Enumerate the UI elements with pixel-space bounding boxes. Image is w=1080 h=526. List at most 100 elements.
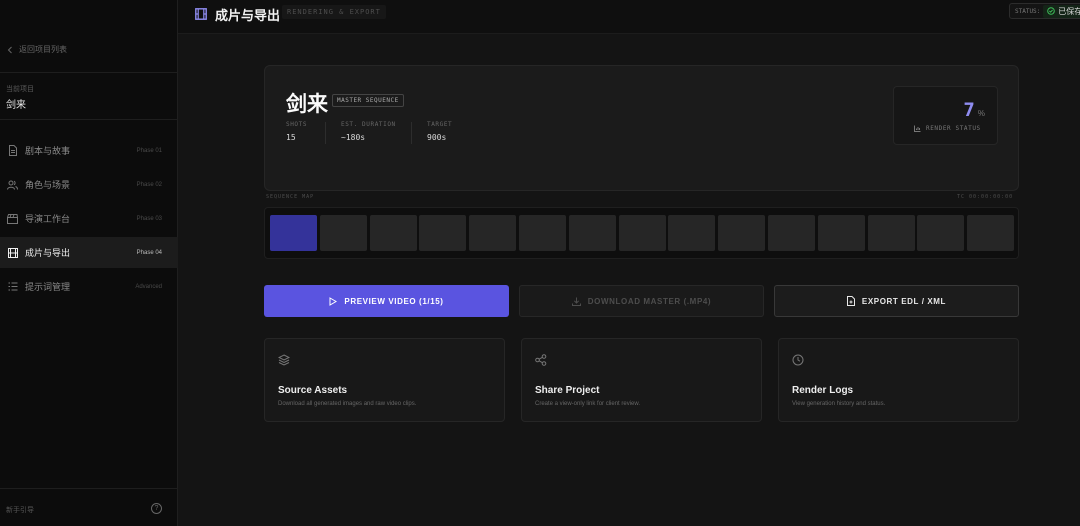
back-label: 返回项目列表 — [19, 45, 67, 54]
render-progress: 7 % — [963, 99, 985, 121]
save-status: STATUS: 已保存 — [1009, 3, 1080, 19]
render-progress-unit: % — [977, 109, 985, 118]
play-icon — [329, 296, 338, 306]
sidebar-item-prompts[interactable]: 提示词管理 Advanced — [0, 271, 178, 302]
sidebar-item-director[interactable]: 导演工作台 Phase 03 — [0, 203, 178, 234]
project-label: 当前项目 — [6, 86, 34, 93]
sequence-shot[interactable] — [768, 215, 815, 251]
sidebar-item-phase: Phase 02 — [136, 181, 162, 188]
render-status-text: RENDER STATUS — [926, 125, 981, 132]
divider — [0, 488, 178, 489]
render-logs-card[interactable]: Render Logs View generation history and … — [778, 338, 1019, 422]
card-title: Share Project — [535, 385, 600, 396]
sequence-shot[interactable] — [568, 215, 616, 251]
sequence-shot[interactable] — [917, 215, 965, 251]
render-progress-value: 7 — [963, 99, 975, 121]
document-icon — [7, 145, 18, 156]
film-icon — [195, 7, 207, 25]
preview-video-label: PREVIEW VIDEO (1/15) — [344, 296, 444, 306]
render-status-panel: 7 % RENDER STATUS — [893, 86, 998, 145]
sidebar-item-label: 角色与场景 — [25, 180, 71, 190]
sidebar-item-label: 提示词管理 — [25, 282, 71, 292]
timecode: TC 00:00:00:00 — [957, 194, 1014, 200]
status-key: STATUS: — [1015, 7, 1041, 15]
sidebar: 返回项目列表 当前项目 剑来 剧本与故事 Phase 01 角色与场景 Phas… — [0, 0, 178, 526]
card-title: Render Logs — [792, 385, 854, 396]
list-icon — [7, 281, 18, 292]
sequence-tag: MASTER SEQUENCE — [332, 94, 404, 107]
share-icon — [535, 353, 547, 371]
clapperboard-icon — [7, 213, 18, 224]
stat-target: TARGET 900s — [427, 121, 452, 142]
status-badge: 已保存 — [1043, 4, 1080, 18]
stat-divider — [411, 122, 412, 144]
sequence-shot[interactable] — [469, 215, 517, 251]
status-value: 已保存 — [1058, 6, 1080, 16]
stat-shots: SHOTS 15 — [286, 121, 307, 142]
sidebar-item-label: 剧本与故事 — [25, 146, 71, 156]
stat-value: 15 — [286, 133, 296, 142]
film-icon — [7, 247, 18, 258]
top-bar: 成片与导出 RENDERING & EXPORT STATUS: 已保存 — [178, 0, 1080, 34]
sidebar-item-export[interactable]: 成片与导出 Phase 04 — [0, 237, 178, 268]
sidebar-item-phase: Phase 04 — [136, 249, 162, 256]
share-project-card[interactable]: Share Project Create a view-only link fo… — [521, 338, 762, 422]
sidebar-item-characters[interactable]: 角色与场景 Phase 02 — [0, 169, 178, 200]
sidebar-item-script[interactable]: 剧本与故事 Phase 01 — [0, 135, 178, 166]
project-title: 剑来 — [286, 93, 328, 116]
stat-label: EST. DURATION — [341, 121, 396, 128]
download-master-label: DOWNLOAD MASTER (.MP4) — [587, 296, 712, 306]
clock-icon — [792, 353, 804, 371]
project-name: 剑来 — [6, 100, 26, 111]
sidebar-item-label: 导演工作台 — [25, 214, 71, 224]
sequence-shot[interactable] — [967, 215, 1015, 251]
page-subtitle: RENDERING & EXPORT — [282, 5, 386, 19]
sequence-shot[interactable] — [319, 215, 367, 251]
help-icon[interactable]: ? — [151, 503, 162, 514]
layers-icon — [277, 353, 291, 371]
sequence-shot[interactable] — [817, 215, 865, 251]
stat-value: ~180s — [341, 133, 366, 142]
sequence-shot[interactable] — [270, 215, 317, 251]
divider — [0, 72, 178, 73]
sidebar-item-phase: Phase 03 — [136, 215, 162, 222]
sequence-shot[interactable] — [718, 215, 766, 251]
page-title: 成片与导出 — [215, 8, 281, 23]
card-description: View generation history and status. — [792, 401, 886, 407]
stat-divider — [325, 122, 326, 144]
sidebar-item-label: 成片与导出 — [25, 248, 71, 258]
stat-label: SHOTS — [286, 121, 308, 128]
sequence-shot[interactable] — [369, 215, 417, 251]
sequence-shot[interactable] — [867, 215, 915, 251]
sidebar-item-phase: Advanced — [135, 283, 162, 290]
stat-duration: EST. DURATION ~180s — [341, 121, 396, 142]
download-icon — [571, 297, 581, 306]
download-master-button[interactable]: DOWNLOAD MASTER (.MP4) — [519, 285, 764, 317]
render-status-label: RENDER STATUS — [914, 125, 981, 132]
back-to-projects-link[interactable]: 返回项目列表 — [7, 44, 67, 55]
preview-video-button[interactable]: PREVIEW VIDEO (1/15) — [264, 285, 509, 317]
sequence-shot[interactable] — [519, 215, 566, 251]
card-description: Download all generated images and raw vi… — [278, 401, 417, 407]
card-description: Create a view-only link for client revie… — [535, 401, 641, 407]
chevron-left-icon — [7, 46, 12, 53]
bar-chart-icon — [914, 125, 921, 132]
sequence-shot[interactable] — [668, 215, 716, 251]
sequence-shot[interactable] — [419, 215, 467, 251]
card-title: Source Assets — [278, 385, 348, 396]
stat-value: 900s — [427, 133, 447, 142]
onboarding-label: 新手引导 — [6, 507, 34, 514]
source-assets-card[interactable]: Source Assets Download all generated ima… — [264, 338, 505, 422]
sequence-map-label: SEQUENCE MAP — [266, 194, 315, 200]
sequence-summary-card: 剑来 MASTER SEQUENCE SHOTS 15 EST. DURATIO… — [264, 65, 1019, 191]
export-edl-label: EXPORT EDL / XML — [861, 296, 947, 306]
check-circle-icon — [1047, 7, 1056, 15]
stat-label: TARGET — [427, 121, 453, 128]
users-icon — [7, 179, 18, 190]
divider — [0, 119, 178, 120]
export-edl-button[interactable]: EXPORT EDL / XML — [774, 285, 1019, 317]
sequence-strip — [264, 207, 1019, 259]
sidebar-item-phase: Phase 01 — [136, 147, 162, 154]
sequence-shot[interactable] — [618, 215, 666, 251]
file-export-icon — [846, 296, 855, 306]
